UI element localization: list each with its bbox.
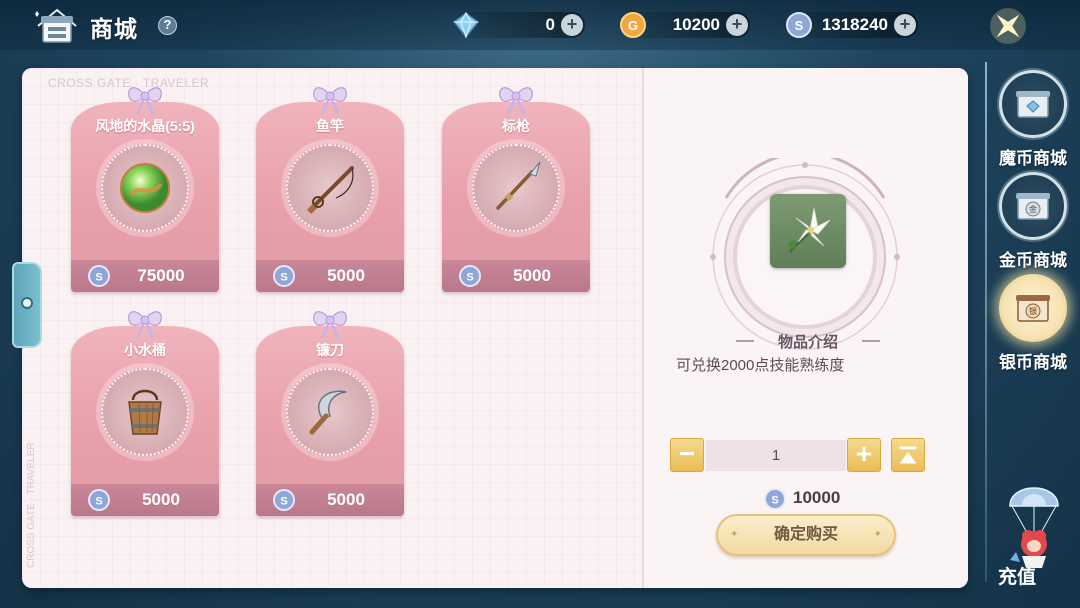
item-name: 镰刀 xyxy=(316,342,344,358)
item-name: 风地的水晶(5:5) xyxy=(95,118,195,134)
silver-coin-icon: S xyxy=(459,265,481,287)
total-price: 10000 xyxy=(793,488,841,507)
svg-text:S: S xyxy=(795,18,804,33)
confirm-purchase-button[interactable]: 确定购买 xyxy=(716,514,896,556)
svg-text:G: G xyxy=(628,18,638,33)
item-card[interactable]: 镰刀 S 5000 xyxy=(256,306,404,516)
item-icon-frame xyxy=(286,144,374,232)
silver-amount: 1318240 xyxy=(821,15,888,34)
nav-icon-frame xyxy=(999,70,1067,138)
ribbon-bow-icon xyxy=(128,311,162,339)
nav-icon-frame: 银 xyxy=(999,274,1067,342)
watermark-vertical: CROSS GATE · TRAVELER xyxy=(26,442,37,568)
item-price: 5000 xyxy=(142,490,180,509)
help-button[interactable]: ? xyxy=(158,16,177,35)
svg-text:S: S xyxy=(466,272,473,284)
svg-text:S: S xyxy=(771,495,778,507)
item-name: 小水桶 xyxy=(124,342,166,358)
item-icon-frame xyxy=(101,368,189,456)
item-card[interactable]: 风地的水晶(5:5) S 75000 xyxy=(71,82,219,292)
selected-item-icon xyxy=(770,194,846,268)
svg-text:S: S xyxy=(280,272,287,284)
add-crystal-button[interactable]: + xyxy=(561,14,583,36)
ribbon-bow-icon xyxy=(313,87,347,115)
gold-coin-shop-icon: 金 xyxy=(1016,193,1050,220)
sickle-icon xyxy=(309,390,347,435)
item-description-text: 可兑换2000点技能熟练度 xyxy=(676,357,845,374)
svg-text:银: 银 xyxy=(1029,306,1037,316)
nav-silver-coin-shop[interactable]: 银 银币商城 xyxy=(997,274,1069,372)
item-price: 75000 xyxy=(137,266,185,285)
price-bar: S 75000 xyxy=(71,260,219,292)
magic-coin-shop-icon xyxy=(1016,91,1050,118)
item-description-title: 物品介绍 xyxy=(736,331,880,352)
recharge-label: 充值 xyxy=(998,567,1037,588)
price-bar: S 5000 xyxy=(71,484,219,516)
crystal-amount: 0 xyxy=(545,15,555,34)
item-card[interactable]: 标枪 S 5000 xyxy=(442,82,590,292)
item-icon-frame xyxy=(472,144,560,232)
page-title: 商城 xyxy=(90,16,138,42)
add-silver-button[interactable]: + xyxy=(894,14,916,36)
price-bar: S 5000 xyxy=(256,484,404,516)
item-icon-frame xyxy=(286,368,374,456)
max-arrow-icon xyxy=(899,446,917,464)
quantity-decrease-button[interactable]: − xyxy=(670,438,704,472)
item-name: 标枪 xyxy=(502,118,530,134)
svg-text:金: 金 xyxy=(1029,204,1037,214)
shop-icon xyxy=(34,6,80,46)
quantity-max-button[interactable] xyxy=(891,438,925,472)
silver-coin-icon: S xyxy=(273,265,295,287)
silver-currency: S 1318240 + xyxy=(786,12,918,38)
gold-currency: G 10200 + xyxy=(620,12,750,38)
white-flower-icon xyxy=(788,207,831,253)
svg-text:S: S xyxy=(95,272,102,284)
crystal-currency: 0 + xyxy=(452,11,585,39)
nav-label: 银币商城 xyxy=(999,353,1067,372)
page-tab-handle[interactable] xyxy=(12,262,42,348)
javelin-icon xyxy=(496,161,541,210)
svg-text:S: S xyxy=(95,496,102,508)
ribbon-bow-icon xyxy=(128,87,162,115)
add-gold-button[interactable]: + xyxy=(726,14,748,36)
nav-gold-coin-shop[interactable]: 金 金币商城 xyxy=(997,172,1069,270)
silver-coin-icon: S xyxy=(764,488,786,510)
item-price: 5000 xyxy=(327,490,365,509)
close-icon xyxy=(990,8,1026,44)
gold-coin-icon: G xyxy=(620,12,646,38)
item-price: 5000 xyxy=(327,266,365,285)
nav-rail xyxy=(985,62,987,582)
item-name: 鱼竿 xyxy=(316,118,344,134)
price-bar: S 5000 xyxy=(442,260,590,292)
recharge-button[interactable]: 充值 xyxy=(992,476,1076,588)
ribbon-bow-icon xyxy=(499,87,533,115)
silver-coin-icon: S xyxy=(273,489,295,511)
nav-label: 魔币商城 xyxy=(999,149,1067,168)
nav-label: 金币商城 xyxy=(999,251,1067,270)
nav-icon-frame: 金 xyxy=(999,172,1067,240)
quantity-increase-button[interactable]: + xyxy=(847,438,881,472)
price-bar: S 5000 xyxy=(256,260,404,292)
quantity-input[interactable]: 1 xyxy=(706,440,846,471)
close-button[interactable] xyxy=(986,4,1030,48)
silver-coin-icon: S xyxy=(88,489,110,511)
item-icon-frame xyxy=(101,144,189,232)
item-card[interactable]: 鱼竿 S 5000 xyxy=(256,82,404,292)
silver-coin-icon: S xyxy=(786,12,812,38)
crystal-icon xyxy=(452,11,480,39)
svg-text:S: S xyxy=(280,496,287,508)
item-price: 5000 xyxy=(513,266,551,285)
top-bar: 商城 ? 0 + G 10200 + S 1318240 + xyxy=(0,0,1080,50)
bucket-icon xyxy=(128,389,162,435)
silver-coin-icon: S xyxy=(88,265,110,287)
nav-magic-coin-shop[interactable]: 魔币商城 xyxy=(997,70,1069,168)
gold-amount: 10200 xyxy=(672,15,720,34)
ribbon-bow-icon xyxy=(313,311,347,339)
tab-dot-icon xyxy=(21,297,33,309)
crystal-orb-icon xyxy=(120,163,170,213)
silver-coin-shop-icon: 银 xyxy=(1016,295,1050,322)
item-card[interactable]: 小水桶 S 5000 xyxy=(71,306,219,516)
fishing-rod-icon xyxy=(307,166,354,214)
